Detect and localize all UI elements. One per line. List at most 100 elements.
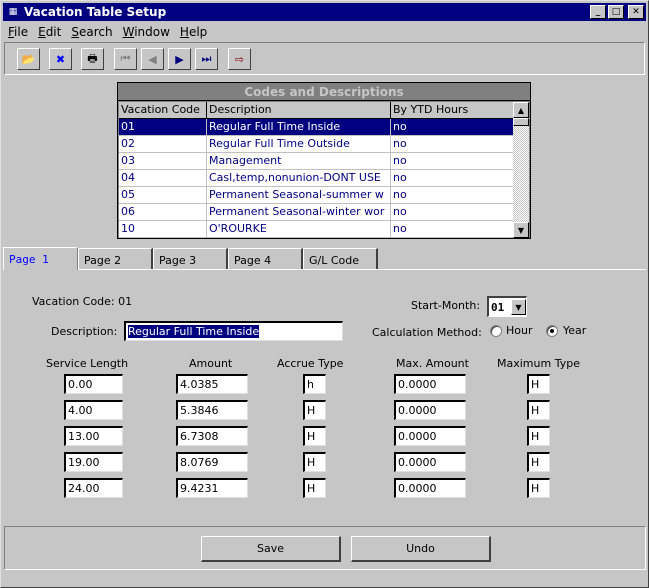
- maximum-type-input[interactable]: H: [527, 478, 550, 498]
- max-amount-input[interactable]: 0.0000: [394, 426, 466, 446]
- previous-record-icon[interactable]: ◀: [141, 48, 164, 70]
- maximum-type-input[interactable]: H: [527, 452, 550, 472]
- tab-page-3[interactable]: Page 3: [153, 248, 228, 270]
- service-length-input[interactable]: 4.00: [64, 400, 123, 420]
- cell-vacation-code[interactable]: 05: [119, 187, 207, 204]
- save-button[interactable]: Save: [201, 536, 341, 562]
- menu-mnemonic: S: [71, 24, 79, 39]
- max-amount-input[interactable]: 0.0000: [394, 478, 466, 498]
- accrue-type-input[interactable]: h: [303, 374, 326, 394]
- cell-vacation-code[interactable]: 10: [119, 221, 207, 238]
- table-row[interactable]: 10 O'ROURKE no: [119, 221, 515, 238]
- tab-page-1[interactable]: Page 1: [3, 247, 78, 270]
- service-length-input[interactable]: 0.00: [64, 374, 123, 394]
- cell-description[interactable]: Regular Full Time Outside: [207, 136, 391, 153]
- column-header-vacation-code[interactable]: Vacation Code: [119, 102, 207, 119]
- service-length-input[interactable]: 19.00: [64, 452, 123, 472]
- tab-g-l-code[interactable]: G/L Code: [303, 248, 378, 270]
- cell-ytd-hours[interactable]: no: [391, 170, 515, 187]
- cell-vacation-code[interactable]: 06: [119, 204, 207, 221]
- table-row[interactable]: 06 Permanent Seasonal-winter wor no: [119, 204, 515, 221]
- start-month-select[interactable]: 01 ▼: [487, 296, 527, 317]
- column-header-description[interactable]: Description: [207, 102, 391, 119]
- maximize-button[interactable]: □: [608, 5, 624, 19]
- grid-scrollbar[interactable]: ▲ ▼: [513, 102, 529, 238]
- service-length-input[interactable]: 13.00: [64, 426, 123, 446]
- tab-page-4[interactable]: Page 4: [228, 248, 303, 270]
- menu-mnemonic: H: [179, 24, 189, 39]
- scroll-down-icon[interactable]: ▼: [513, 222, 529, 238]
- calc-year-radio[interactable]: [546, 325, 558, 337]
- accrue-type-input[interactable]: H: [303, 400, 326, 420]
- menu-help[interactable]: Help: [175, 25, 212, 39]
- table-row[interactable]: 05 Permanent Seasonal-summer w no: [119, 187, 515, 204]
- cell-vacation-code[interactable]: 02: [119, 136, 207, 153]
- table-row[interactable]: 01 Regular Full Time Inside no: [119, 119, 515, 136]
- table-row[interactable]: 03 Management no: [119, 153, 515, 170]
- minimize-button[interactable]: _: [590, 5, 606, 19]
- tab-strip: Page 1 Page 2 Page 3 Page 4 G/L Code: [3, 247, 378, 270]
- maximum-type-input[interactable]: H: [527, 426, 550, 446]
- menu-bar: File Edit Search Window Help: [3, 22, 212, 41]
- menu-label-rest: dit: [45, 24, 62, 39]
- chevron-down-icon[interactable]: ▼: [511, 299, 526, 315]
- next-record-icon[interactable]: ▶: [168, 48, 191, 70]
- menu-label-rest: ile: [14, 24, 29, 39]
- undo-button[interactable]: Undo: [351, 536, 491, 562]
- amount-input[interactable]: 4.0385: [176, 374, 248, 394]
- title-bar[interactable]: ▦ Vacation Table Setup _ □ ✕: [3, 3, 646, 21]
- description-input[interactable]: Regular Full Time Inside: [124, 321, 343, 341]
- max-amount-input[interactable]: 0.0000: [394, 400, 466, 420]
- close-button[interactable]: ✕: [628, 5, 644, 19]
- menu-label-rest: elp: [188, 24, 208, 39]
- delete-icon[interactable]: ✖: [49, 48, 72, 70]
- accrue-type-input[interactable]: H: [303, 426, 326, 446]
- amount-input[interactable]: 9.4231: [176, 478, 248, 498]
- cell-description[interactable]: Casl,temp,nonunion-DONT USE: [207, 170, 391, 187]
- cell-ytd-hours[interactable]: no: [391, 221, 515, 238]
- scroll-thumb[interactable]: [513, 118, 529, 126]
- app-icon: ▦: [8, 7, 18, 17]
- accrue-type-input[interactable]: H: [303, 452, 326, 472]
- max-amount-input[interactable]: 0.0000: [394, 452, 466, 472]
- cell-ytd-hours[interactable]: no: [391, 204, 515, 221]
- table-row[interactable]: 02 Regular Full Time Outside no: [119, 136, 515, 153]
- accrue-type-input[interactable]: H: [303, 478, 326, 498]
- maximum-type-input[interactable]: H: [527, 400, 550, 420]
- last-record-icon[interactable]: ⏭: [195, 48, 218, 70]
- tab-page-2[interactable]: Page 2: [78, 248, 153, 270]
- exit-door-icon[interactable]: ⇨: [228, 48, 251, 70]
- menu-window[interactable]: Window: [118, 25, 175, 39]
- cell-ytd-hours[interactable]: no: [391, 119, 515, 136]
- cell-vacation-code[interactable]: 01: [119, 119, 207, 136]
- new-folder-icon[interactable]: 📂: [17, 48, 40, 70]
- cell-description[interactable]: Management: [207, 153, 391, 170]
- cell-description[interactable]: Regular Full Time Inside: [207, 119, 391, 136]
- service-length-input[interactable]: 24.00: [64, 478, 123, 498]
- amount-input[interactable]: 5.3846: [176, 400, 248, 420]
- cell-ytd-hours[interactable]: no: [391, 136, 515, 153]
- amount-input[interactable]: 8.0769: [176, 452, 248, 472]
- menu-edit[interactable]: Edit: [33, 25, 66, 39]
- amount-input[interactable]: 6.7308: [176, 426, 248, 446]
- table-row[interactable]: 04 Casl,temp,nonunion-DONT USE no: [119, 170, 515, 187]
- cell-vacation-code[interactable]: 03: [119, 153, 207, 170]
- menu-label-rest: indow: [134, 24, 170, 39]
- cell-description[interactable]: O'ROURKE: [207, 221, 391, 238]
- first-record-icon[interactable]: ⏮: [114, 48, 137, 70]
- calc-hour-radio[interactable]: [490, 325, 502, 337]
- column-header-ytd-hours[interactable]: By YTD Hours: [391, 102, 515, 119]
- menu-mnemonic: E: [38, 24, 46, 39]
- cell-vacation-code[interactable]: 04: [119, 170, 207, 187]
- print-icon[interactable]: 🖶: [81, 48, 104, 70]
- cell-description[interactable]: Permanent Seasonal-winter wor: [207, 204, 391, 221]
- cell-ytd-hours[interactable]: no: [391, 153, 515, 170]
- maximum-type-input[interactable]: H: [527, 374, 550, 394]
- cell-description[interactable]: Permanent Seasonal-summer w: [207, 187, 391, 204]
- scroll-up-icon[interactable]: ▲: [513, 102, 529, 118]
- max-amount-input[interactable]: 0.0000: [394, 374, 466, 394]
- cell-ytd-hours[interactable]: no: [391, 187, 515, 204]
- menu-file[interactable]: File: [3, 25, 33, 39]
- grid-title: Codes and Descriptions: [118, 83, 530, 101]
- menu-search[interactable]: Search: [66, 25, 117, 39]
